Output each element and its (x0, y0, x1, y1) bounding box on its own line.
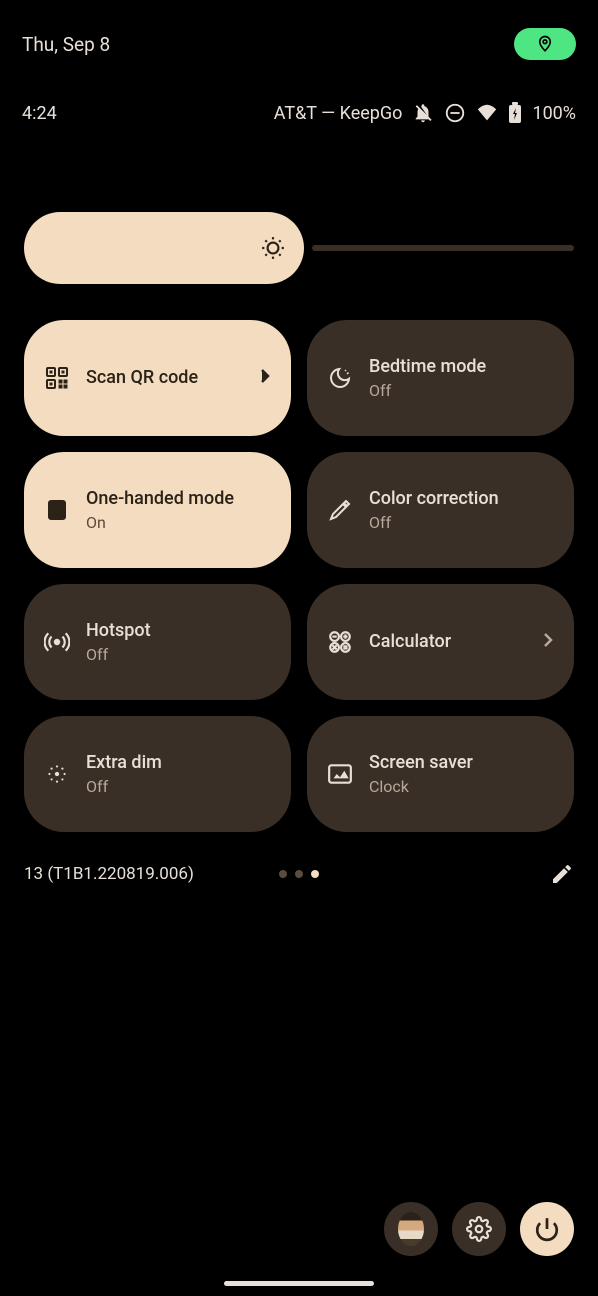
chevron-right-icon (259, 367, 271, 385)
tile-status: Clock (369, 777, 554, 796)
bedtime-moon-icon (328, 366, 352, 390)
tile-status: Off (369, 381, 554, 400)
clock-time: 4:24 (22, 103, 57, 124)
tile-one-handed-mode[interactable]: One-handed mode On (24, 452, 291, 568)
tile-status: Off (86, 777, 271, 796)
qr-code-icon (45, 366, 69, 390)
brightness-track[interactable] (312, 245, 574, 251)
location-pin-icon (536, 34, 554, 54)
tile-scan-qr-code[interactable]: Scan QR code (24, 320, 291, 436)
build-version: 13 (T1B1.220819.006) (24, 864, 194, 884)
battery-percent: 100% (532, 103, 576, 124)
calculator-icon (327, 629, 353, 655)
page-dot (295, 870, 303, 878)
power-button[interactable] (520, 1202, 574, 1256)
eyedropper-icon (328, 498, 352, 522)
dim-icon (44, 761, 70, 787)
gear-icon (466, 1216, 492, 1242)
navigation-handle[interactable] (224, 1281, 374, 1286)
brightness-icon (260, 235, 286, 261)
do-not-disturb-icon (444, 102, 466, 124)
tile-label: Color correction (369, 488, 554, 510)
battery-charging-icon (508, 102, 522, 124)
page-dot (311, 870, 319, 878)
wifi-icon (476, 103, 498, 123)
tile-label: Bedtime mode (369, 356, 554, 378)
tile-bedtime-mode[interactable]: Bedtime mode Off (307, 320, 574, 436)
brightness-slider[interactable] (24, 212, 304, 284)
tile-color-correction[interactable]: Color correction Off (307, 452, 574, 568)
date-text: Thu, Sep 8 (22, 33, 110, 56)
avatar-icon (391, 1209, 431, 1249)
settings-button[interactable] (452, 1202, 506, 1256)
image-icon (327, 763, 353, 785)
tile-status: On (86, 513, 271, 532)
tile-status: Off (369, 513, 554, 532)
dnd-off-icon (412, 102, 434, 124)
page-dot (279, 870, 287, 878)
tile-screen-saver[interactable]: Screen saver Clock (307, 716, 574, 832)
hotspot-icon (44, 629, 70, 655)
tile-label: Scan QR code (86, 367, 243, 389)
tile-status: Off (86, 645, 271, 664)
tile-hotspot[interactable]: Hotspot Off (24, 584, 291, 700)
edit-tiles-button[interactable] (550, 862, 574, 886)
pagination-dots[interactable] (279, 870, 319, 878)
pencil-icon (550, 862, 574, 886)
one-handed-icon (45, 498, 69, 522)
power-icon (534, 1216, 560, 1242)
tile-extra-dim[interactable]: Extra dim Off (24, 716, 291, 832)
tile-label: Calculator (369, 631, 526, 653)
tile-label: Screen saver (369, 752, 554, 774)
tile-label: Extra dim (86, 752, 271, 774)
tile-label: One-handed mode (86, 488, 271, 510)
location-active-pill[interactable] (514, 28, 576, 60)
carrier-text: AT&T — KeepGo (274, 103, 403, 124)
tile-label: Hotspot (86, 620, 271, 642)
tile-calculator[interactable]: Calculator (307, 584, 574, 700)
chevron-right-icon (542, 631, 554, 649)
user-profile-button[interactable] (384, 1202, 438, 1256)
